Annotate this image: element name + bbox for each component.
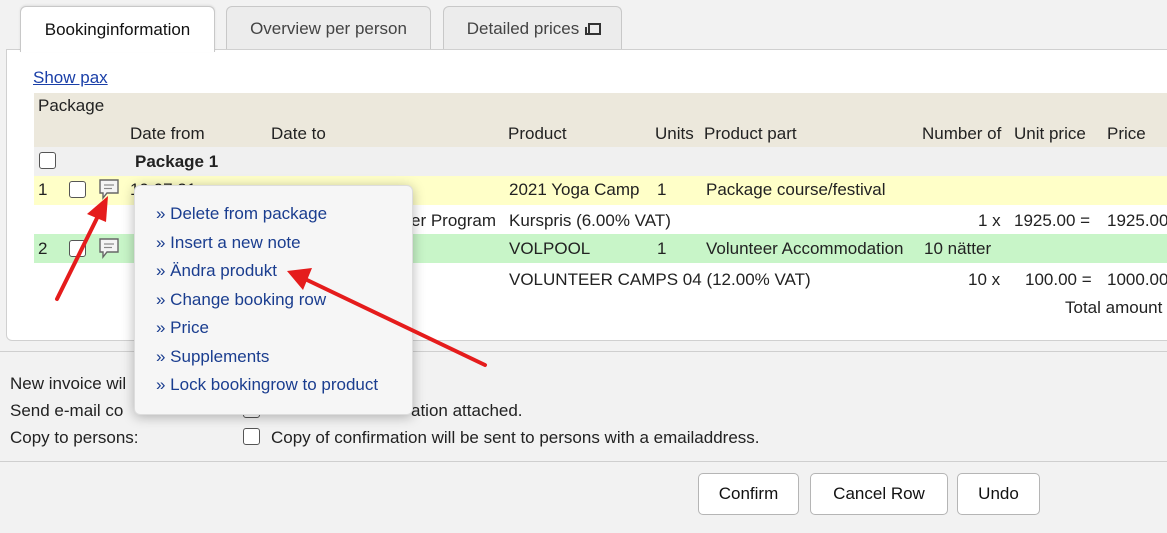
menu-item-change-product[interactable]: » Ändra produkt <box>156 261 277 281</box>
col-price: Price <box>1107 124 1146 143</box>
menu-item-price[interactable]: » Price <box>156 318 209 338</box>
row-units: 1 <box>657 180 667 199</box>
menu-item-lock-bookingrow[interactable]: » Lock bookingrow to product <box>156 375 378 395</box>
select-all-checkbox[interactable] <box>39 152 56 169</box>
sub-qty: 1 x <box>978 211 1001 230</box>
confirm-button[interactable]: Confirm <box>698 473 799 515</box>
row-checkbox[interactable] <box>69 181 86 198</box>
group-name: Package 1 <box>135 152 219 171</box>
col-product-part: Product part <box>704 124 797 143</box>
sub-unit-price: 100.00 = <box>1025 270 1092 289</box>
row-number-of: 10 nätter <box>924 239 992 258</box>
sub-product: Kurspris (6.00% VAT) <box>509 211 671 230</box>
col-date-to: Date to <box>271 124 326 143</box>
col-product: Product <box>508 124 567 143</box>
sub-product: VOLUNTEER CAMPS 04 (12.00% VAT) <box>509 270 811 289</box>
row-product: VOLPOOL <box>509 239 591 258</box>
col-number-of: Number of <box>922 124 1002 143</box>
divider <box>0 461 1167 462</box>
send-email-text: ation attached. <box>411 401 523 420</box>
note-icon[interactable] <box>98 237 120 259</box>
sub-price: 1000.00 <box>1107 270 1167 289</box>
sub-unit-price: 1925.00 = <box>1014 211 1091 230</box>
col-units: Units <box>655 124 694 143</box>
copy-to-persons-text: Copy of confirmation will be sent to per… <box>271 428 760 447</box>
package-label: Package <box>38 96 105 115</box>
copy-to-persons-label: Copy to persons: <box>10 428 139 447</box>
row-product-part: Package course/festival <box>706 180 886 199</box>
menu-item-insert-note[interactable]: » Insert a new note <box>156 233 301 253</box>
row-product-part: Volunteer Accommodation <box>706 239 904 258</box>
sub-partial-text: er Program <box>411 211 497 230</box>
cancel-row-button[interactable]: Cancel Row <box>810 473 948 515</box>
package-band <box>34 93 1167 120</box>
col-unit-price: Unit price <box>1014 124 1086 143</box>
row-checkbox[interactable] <box>69 240 86 257</box>
row-number: 1 <box>38 180 48 199</box>
menu-item-change-booking-row[interactable]: » Change booking row <box>156 290 326 310</box>
copy-to-persons-checkbox[interactable] <box>243 428 260 445</box>
col-date-from: Date from <box>130 124 205 143</box>
row-units: 1 <box>657 239 667 258</box>
sub-qty: 10 x <box>968 270 1001 289</box>
menu-item-delete-from-package[interactable]: » Delete from package <box>156 204 327 224</box>
send-email-label: Send e-mail co <box>10 401 124 420</box>
menu-item-supplements[interactable]: » Supplements <box>156 347 269 367</box>
row-number: 2 <box>38 239 48 258</box>
note-icon[interactable] <box>98 178 120 200</box>
undo-button[interactable]: Undo <box>957 473 1040 515</box>
total-amount-label: Total amount <box>1065 298 1163 317</box>
new-invoice-label: New invoice wil <box>10 374 127 393</box>
row-context-menu: » Delete from package » Insert a new not… <box>134 185 413 415</box>
sub-price: 1925.00 <box>1107 211 1167 230</box>
row-product: 2021 Yoga Camp <box>509 180 640 199</box>
show-pax-link[interactable]: Show pax <box>33 68 108 88</box>
